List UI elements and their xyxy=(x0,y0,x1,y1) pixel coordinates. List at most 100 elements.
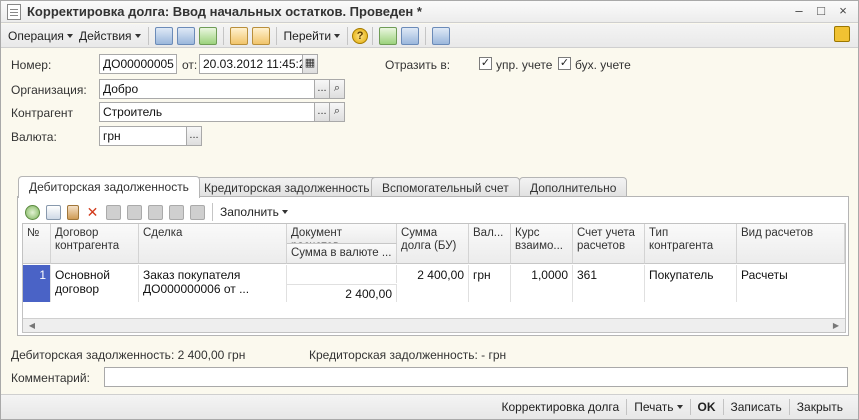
close-window-button[interactable]: × xyxy=(834,3,852,19)
fill-menu[interactable]: Заполнить xyxy=(217,202,291,222)
tab-receivables[interactable]: Дебиторская задолженность xyxy=(18,176,200,198)
chevron-down-icon xyxy=(66,33,73,38)
receivables-table[interactable]: № Договор контрагента Сделка Документ ра… xyxy=(22,223,846,333)
goto-menu[interactable]: Перейти xyxy=(281,26,344,46)
post-and-close-icon[interactable] xyxy=(154,26,173,45)
sort-asc-icon[interactable] xyxy=(169,204,184,220)
contractor-select-button[interactable]: ... xyxy=(314,102,330,122)
currency-select-button[interactable]: ... xyxy=(186,126,202,146)
horizontal-scrollbar[interactable]: ◀ ▶ xyxy=(23,318,845,332)
col-header-sum-currency[interactable]: Сумма в валюте ... xyxy=(287,244,397,264)
receivable-total: Дебиторская задолженность: 2 400,00 грн xyxy=(11,348,246,362)
actions-menu-label: Действия xyxy=(78,28,132,43)
comment-field[interactable] xyxy=(104,367,848,387)
sort-desc-icon[interactable] xyxy=(190,204,205,220)
contractor-label: Контрагент xyxy=(11,106,74,120)
minimize-button[interactable]: – xyxy=(790,3,808,19)
tab-payables[interactable]: Кредиторская задолженность xyxy=(193,177,381,197)
bookkeeping-checkbox[interactable]: ✓ xyxy=(558,57,571,70)
number-field[interactable]: ДО00000005 xyxy=(99,54,177,74)
toolbar-separator xyxy=(347,26,349,45)
actions-menu[interactable]: Действия xyxy=(76,26,144,46)
end-edit-icon[interactable] xyxy=(106,204,121,220)
col-header-settlement-doc[interactable]: Документ расчетов xyxy=(287,224,397,244)
currency-label: Валюта: xyxy=(11,130,57,144)
cell-currency[interactable]: грн xyxy=(469,265,511,302)
toolbar-separator xyxy=(212,203,213,221)
col-header-currency[interactable]: Вал... xyxy=(469,224,511,264)
debt-adjustment-button[interactable]: Корректировка долга xyxy=(494,400,626,414)
cell-contractor-type[interactable]: Покупатель xyxy=(645,265,737,302)
operation-menu-label: Операция xyxy=(8,28,64,43)
calendar-icon[interactable]: ▦ xyxy=(302,54,318,74)
document-icon xyxy=(7,3,21,20)
move-up-icon[interactable] xyxy=(127,204,142,220)
search-icon[interactable]: ⌕ xyxy=(329,79,345,99)
help-icon[interactable]: ? xyxy=(352,27,369,44)
debit-credit-icon[interactable] xyxy=(379,26,398,45)
move-down-icon[interactable] xyxy=(148,204,163,220)
tab-additional[interactable]: Дополнительно xyxy=(519,177,628,197)
date-field[interactable]: 20.03.2012 11:45:26 xyxy=(199,54,303,74)
contractor-field[interactable]: Строитель xyxy=(99,102,315,122)
reflect-in-label: Отразить в: xyxy=(385,58,451,72)
col-header-rate[interactable]: Курс взаимо... xyxy=(511,224,573,264)
organization-label: Организация: xyxy=(11,83,87,97)
tab-auxiliary-account[interactable]: Вспомогательный счет xyxy=(371,177,520,197)
fill-menu-label: Заполнить xyxy=(220,205,279,219)
comment-label: Комментарий: xyxy=(11,371,90,385)
copy-row-icon[interactable] xyxy=(46,204,61,220)
col-header-contractor-type[interactable]: Тип контрагента xyxy=(645,224,737,264)
table-row-number[interactable]: 1 xyxy=(23,265,51,302)
toolbar-separator xyxy=(275,26,277,45)
cell-rate[interactable]: 1,0000 xyxy=(511,265,573,302)
date-from-label: от: xyxy=(182,58,198,72)
edit-row-icon[interactable] xyxy=(67,204,79,220)
cell-deal[interactable]: Заказ покупателя ДО000000006 от ... xyxy=(139,265,287,302)
bottom-bar: Корректировка долга Печать OK Записать З… xyxy=(1,394,858,419)
organization-select-button[interactable]: ... xyxy=(314,79,330,99)
organization-field[interactable]: Добро xyxy=(99,79,315,99)
structure-icon[interactable] xyxy=(251,26,270,45)
scroll-right-icon[interactable]: ▶ xyxy=(829,320,843,331)
number-label: Номер: xyxy=(11,58,52,72)
search-icon[interactable]: ⌕ xyxy=(329,102,345,122)
col-header-contract[interactable]: Договор контрагента xyxy=(51,224,139,264)
create-based-on-icon[interactable] xyxy=(229,26,248,45)
col-header-debt-sum[interactable]: Сумма долга (БУ) xyxy=(397,224,469,264)
toolbar-separator xyxy=(147,26,149,45)
col-header-n[interactable]: № xyxy=(23,224,51,264)
goto-menu-label: Перейти xyxy=(283,28,332,43)
cell-settlement-kind[interactable]: Расчеты xyxy=(737,265,845,302)
close-button[interactable]: Закрыть xyxy=(790,400,850,414)
chevron-down-icon xyxy=(134,33,141,38)
maximize-button[interactable]: □ xyxy=(812,3,830,19)
cell-debt-sum[interactable]: 2 400,00 xyxy=(397,265,469,302)
cell-sum-currency[interactable]: 2 400,00 xyxy=(287,284,397,302)
mgmt-accounting-label: упр. учете xyxy=(496,58,553,72)
print-menu[interactable]: Печать xyxy=(627,400,689,414)
col-header-deal[interactable]: Сделка xyxy=(139,224,287,264)
operation-menu[interactable]: Операция xyxy=(5,26,76,46)
scroll-left-icon[interactable]: ◀ xyxy=(25,320,39,331)
mgmt-accounting-checkbox[interactable]: ✓ xyxy=(479,57,492,70)
col-header-settlement-kind[interactable]: Вид расчетов xyxy=(737,224,845,264)
currency-field[interactable]: грн xyxy=(99,126,187,146)
cell-contract[interactable]: Основной договор xyxy=(51,265,139,302)
chevron-down-icon xyxy=(334,33,341,38)
post-icon[interactable] xyxy=(198,26,217,45)
save-icon[interactable] xyxy=(176,26,195,45)
chevron-down-icon xyxy=(676,405,683,409)
document-search-icon[interactable] xyxy=(401,26,420,45)
col-header-account[interactable]: Счет учета расчетов xyxy=(573,224,645,264)
table-toolbar: ✕ Заполнить xyxy=(22,201,291,223)
report-icon[interactable] xyxy=(432,26,451,45)
delete-row-icon[interactable]: ✕ xyxy=(85,205,100,220)
save-button[interactable]: Записать xyxy=(724,400,789,414)
add-row-icon[interactable] xyxy=(25,204,40,220)
ok-button[interactable]: OK xyxy=(691,400,723,414)
toolbar-separator xyxy=(222,26,224,45)
cell-settlement-doc[interactable] xyxy=(287,265,397,283)
lock-icon[interactable] xyxy=(834,26,850,42)
cell-account[interactable]: 361 xyxy=(573,265,645,302)
